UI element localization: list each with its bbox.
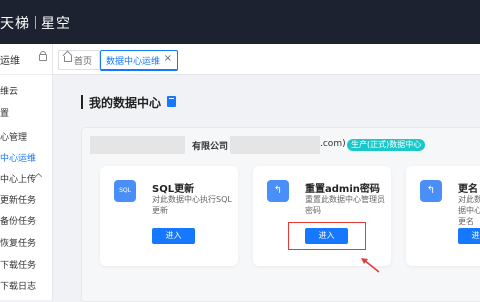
- datacenter-panel: 有限公司 .com) 生产(正式)数据中心 SQL SQL更新 对此数据中心执行…: [81, 127, 480, 302]
- sidebar-item[interactable]: 维云: [0, 84, 18, 97]
- top-navbar: 天梯 星空: [0, 0, 480, 44]
- brand[interactable]: 天梯 星空: [0, 13, 71, 33]
- company-domain: .com): [320, 139, 346, 149]
- tab-home-label: 首页: [74, 57, 93, 67]
- sidebar-header: 运维: [0, 44, 52, 75]
- sidebar-item-active[interactable]: 中心运维: [0, 151, 36, 164]
- sidebar-item[interactable]: 下载任务: [0, 258, 36, 271]
- sidebar-item[interactable]: 中心上传: [0, 172, 36, 185]
- sidebar-item-group[interactable]: 心管理: [0, 130, 27, 143]
- card-description: 对此数据中心执行SQL更新: [152, 195, 232, 215]
- card-rename: ↰ 更名 对此数据中心更名 进入: [406, 166, 480, 266]
- sidebar-item[interactable]: 下载日志: [0, 279, 36, 292]
- sidebar-item[interactable]: 恢复任务: [0, 236, 36, 249]
- card-title: 更名: [458, 184, 478, 195]
- company-name: 有限公司: [192, 142, 229, 152]
- card-title: SQL更新: [152, 184, 195, 195]
- sql-file-icon: SQL: [114, 180, 136, 202]
- reset-arrow-icon: ↰: [267, 180, 289, 202]
- sidebar-section-title: 运维: [0, 56, 20, 67]
- highlight-box: [288, 222, 366, 250]
- tab-home[interactable]: 首页: [58, 50, 100, 70]
- rename-arrow-icon: ↰: [420, 180, 442, 202]
- close-icon[interactable]: ×: [164, 53, 172, 64]
- home-icon: [64, 56, 72, 62]
- card-description: 对此数据中心更名: [458, 195, 480, 226]
- tab-datacenter-ops[interactable]: 数据中心运维 ×: [100, 50, 178, 71]
- red-arrow-annotation: [361, 258, 380, 273]
- redacted-block: [230, 136, 320, 154]
- enter-button[interactable]: 进入: [152, 228, 195, 244]
- tab-bar: 首页 数据中心运维 ×: [53, 44, 480, 75]
- sidebar-item[interactable]: 置: [0, 106, 9, 119]
- redacted-block: [90, 136, 185, 154]
- page-title: 我的数据中心: [89, 96, 162, 110]
- lock-icon[interactable]: [39, 51, 47, 61]
- enter-button[interactable]: 进入: [458, 228, 480, 244]
- card-sql-update: SQL SQL更新 对此数据中心执行SQL更新 进入: [100, 166, 238, 266]
- card-title: 重置admin密码: [305, 184, 380, 195]
- tab-active-label: 数据中心运维: [106, 57, 161, 67]
- sidebar: 运维 维云 置 心管理 中心运维 中心上传 更新任务 备份任务 恢复任务 下载任…: [0, 44, 53, 300]
- book-icon: [167, 96, 176, 107]
- card-reset-admin-password: ↰ 重置admin密码 重置此数据中心管理员密码 进入: [253, 166, 391, 266]
- sidebar-item[interactable]: 更新任务: [0, 193, 36, 206]
- heading-accent-bar: [81, 95, 83, 109]
- brand-separator: [35, 16, 36, 29]
- status-badge: 生产(正式)数据中心: [347, 139, 426, 151]
- chevron-up-icon[interactable]: [34, 172, 43, 181]
- brand-right: 星空: [41, 16, 71, 32]
- main-content: 我的数据中心 有限公司 .com) 生产(正式)数据中心 SQL SQL更新 对…: [53, 75, 480, 302]
- sidebar-item[interactable]: 备份任务: [0, 214, 36, 227]
- card-description: 重置此数据中心管理员密码: [305, 195, 385, 215]
- brand-left: 天梯: [0, 16, 30, 32]
